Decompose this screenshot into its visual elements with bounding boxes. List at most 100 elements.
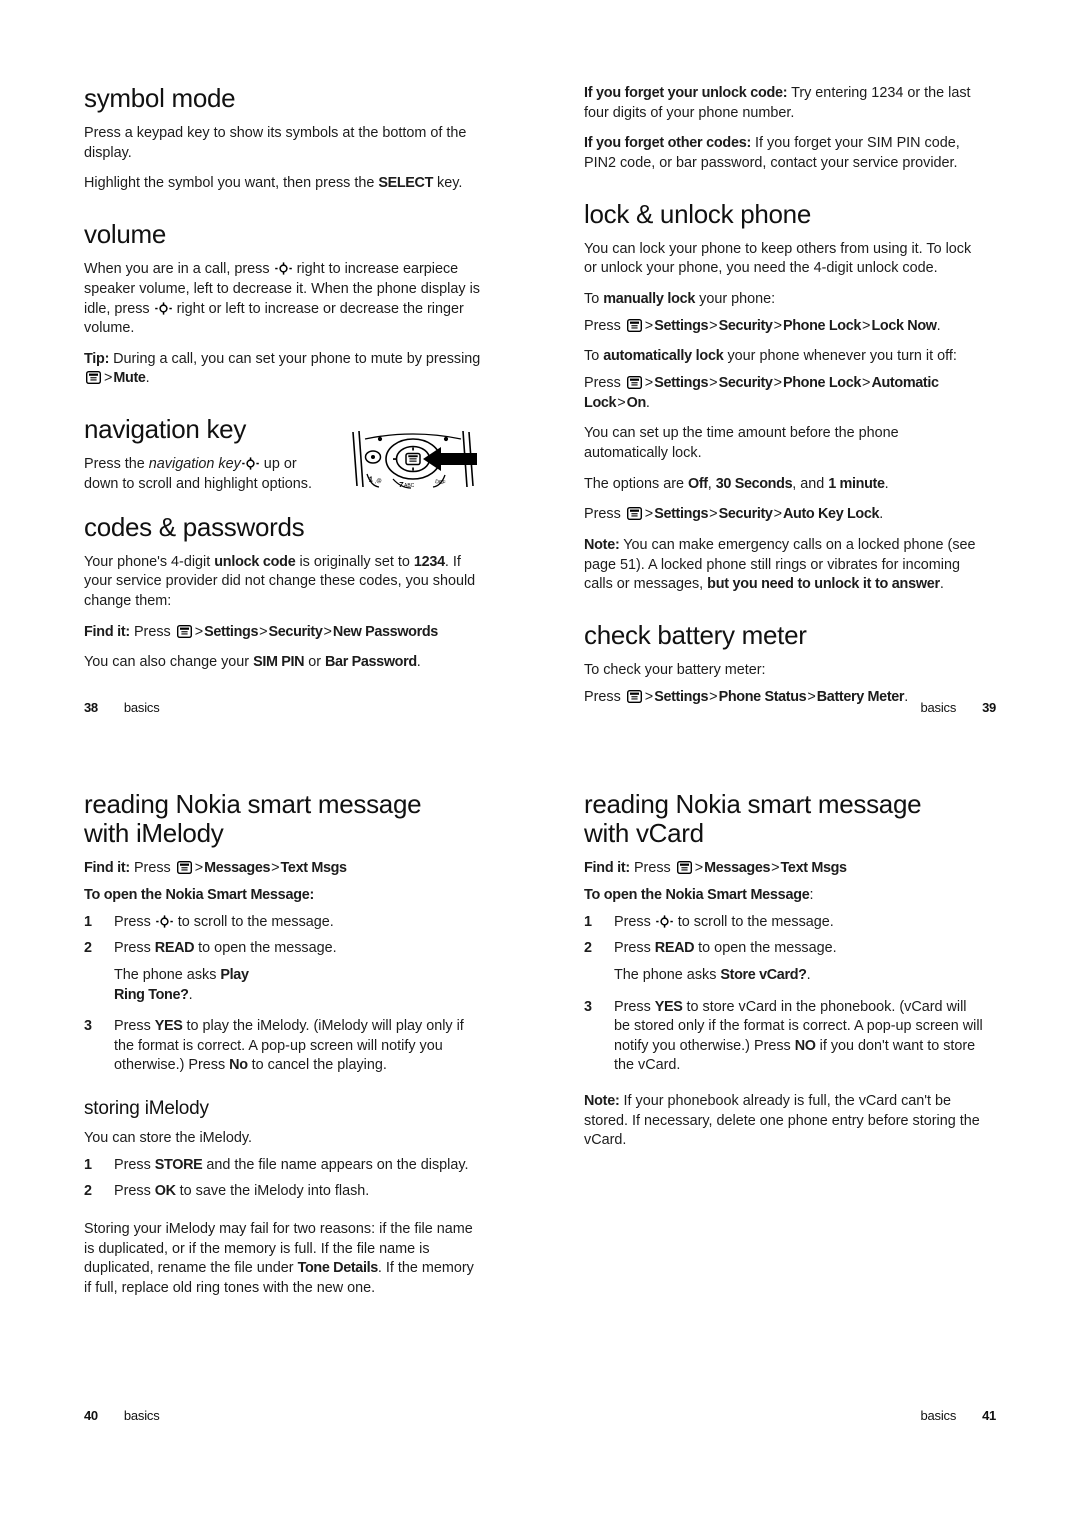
menu-path-item: Settings	[654, 506, 709, 523]
forget-unlock-code-paragraph: If you forget your unlock code: Try ente…	[584, 84, 984, 123]
page-41-column: reading Nokia smart message with vCard Fi…	[584, 789, 984, 1162]
list-item: 3 Press YES to play the iMelody. (iMelody…	[84, 1017, 484, 1076]
list-item: 2 Press READ to open the message.	[584, 939, 984, 959]
text: Press	[614, 998, 655, 1015]
auto-key-lock-path: Press >Settings>Security>Auto Key Lock.	[584, 506, 884, 523]
select-key-label: SELECT	[378, 175, 434, 192]
text: ,	[707, 475, 716, 492]
forget-other-codes-label: If you forget other codes:	[584, 135, 751, 152]
step-number: 1	[84, 913, 93, 930]
open-smart-message-heading: To open the Nokia Smart Message	[584, 886, 810, 903]
menu-key-icon	[176, 861, 192, 875]
find-it-label: Find it:	[84, 623, 130, 640]
manual-lock-path: Press >Settings>Security>Phone Lock>Lock…	[584, 317, 941, 334]
lock-note: Note: You can make emergency calls on a …	[584, 536, 984, 595]
volume-paragraph-1: When you are in a call, press right to i…	[84, 260, 484, 339]
menu-path-item: Messages	[204, 860, 271, 877]
text: Press	[614, 913, 655, 930]
page-number: 40	[84, 1408, 98, 1423]
text: .	[939, 576, 944, 593]
navigation-key-icon	[154, 301, 172, 315]
text: :	[809, 886, 814, 903]
text: Press	[584, 317, 625, 334]
page-spread-40-41: reading Nokia smart message with iMelody …	[0, 760, 1080, 1528]
imelody-steps-list: 1 Press to scroll to the message. 2 Press …	[84, 913, 484, 1077]
yes-key-label: YES	[154, 1018, 183, 1035]
symbol-mode-paragraph-2: Highlight the symbol you want, then pres…	[84, 174, 484, 194]
note-label: Note:	[584, 1093, 620, 1110]
store-key-label: STORE	[154, 1156, 203, 1173]
page-number: 38	[84, 700, 98, 715]
text: to scroll to the message.	[173, 913, 334, 930]
navigation-key-paragraph: Press the navigation key up or down to s…	[84, 455, 334, 494]
heading-volume: volume	[84, 219, 167, 250]
forget-unlock-code-label: If you forget your unlock code:	[584, 85, 788, 101]
menu-path-item: Text Msgs	[280, 860, 348, 877]
menu-path-item: Settings	[204, 623, 259, 640]
tip-label: Tip:	[84, 350, 110, 367]
lock-unlock-paragraph-1: You can lock your phone to keep others f…	[584, 240, 972, 277]
page-number: 41	[982, 1408, 996, 1423]
symbol-mode-paragraph-1: Press a keypad key to show its symbols a…	[84, 125, 467, 161]
imelody-find-it: Find it: Press >Messages>Text Msgs	[84, 860, 348, 877]
text: your phone whenever you turn it off:	[723, 348, 957, 365]
menu-path-item: Security	[718, 375, 773, 392]
no-key-label: No	[229, 1057, 248, 1074]
page-38-column: symbol mode Press a keypad key to show i…	[84, 83, 484, 684]
text: Press	[129, 860, 175, 877]
step-number: 3	[584, 998, 593, 1015]
menu-path-item: Security	[718, 506, 773, 523]
text: Highlight the symbol you want, then pres…	[84, 175, 379, 192]
page-spread-38-39: symbol mode Press a keypad key to show i…	[0, 0, 1080, 760]
forget-other-codes-paragraph: If you forget other codes: If you forget…	[584, 134, 984, 173]
page-number: 39	[982, 700, 996, 715]
vcard-find-it: Find it: Press >Messages>Text Msgs	[584, 860, 848, 877]
heading-storing-imelody: storing iMelody	[84, 1098, 209, 1120]
heading-line-2: with iMelody	[84, 818, 224, 849]
note-label: Note:	[584, 536, 620, 553]
menu-key-icon	[676, 861, 692, 875]
section-label: basics	[920, 1408, 957, 1423]
text: or	[304, 654, 326, 671]
note-emphasis: but you need to unlock it to answer	[707, 576, 940, 593]
list-item: The phone asks Play Ring Tone?.	[84, 966, 484, 1005]
text: .	[145, 370, 150, 387]
storing-intro: You can store the iMelody.	[84, 1130, 252, 1147]
navigation-key-icon	[655, 914, 673, 928]
heading-symbol-mode: symbol mode	[84, 83, 236, 113]
step-number: 3	[84, 1018, 93, 1035]
heading-check-battery-meter: check battery meter	[584, 619, 807, 650]
section-label: basics	[123, 700, 160, 715]
text: to open the message.	[694, 940, 837, 957]
volume-tip: Tip: During a call, you can set your pho…	[84, 350, 484, 389]
svg-text:DEF: DEF	[435, 479, 446, 486]
text: Press	[114, 1156, 155, 1173]
storing-failure-paragraph: Storing your iMelody may fail for two re…	[84, 1220, 484, 1299]
menu-key-icon	[626, 689, 642, 703]
vcard-open-heading: To open the Nokia Smart Message:	[584, 886, 984, 906]
menu-key-icon	[626, 318, 642, 332]
path-separator: >	[104, 370, 113, 387]
yes-key-label: YES	[654, 998, 683, 1015]
text: to scroll to the message.	[673, 913, 834, 930]
text: Press	[584, 688, 625, 705]
text: To	[584, 291, 604, 308]
menu-path-item: Phone Lock	[782, 375, 862, 392]
codes-passwords-paragraph-2: You can also change your SIM PIN or Bar …	[84, 653, 484, 673]
footer-left: 38 basics	[84, 700, 160, 715]
auto-lock-intro: To automatically lock your phone wheneve…	[584, 347, 984, 367]
menu-path-item: Settings	[654, 375, 709, 392]
list-item: 2 Press READ to open the message.	[84, 939, 484, 959]
navigation-key-icon	[242, 457, 259, 470]
text: Press	[114, 1183, 155, 1200]
text: The phone asks	[114, 966, 221, 983]
lock-option-30-seconds: 30 Seconds	[715, 475, 793, 492]
menu-path-item: Text Msgs	[780, 860, 848, 877]
text: is originally set to	[295, 553, 414, 570]
svg-text:1: 1	[368, 474, 373, 483]
menu-path-item: Settings	[654, 688, 709, 705]
bar-password-term: Bar Password	[325, 654, 417, 671]
text: If your phonebook already is full, the v…	[584, 1093, 980, 1149]
text: to open the message.	[194, 940, 337, 957]
codes-passwords-find-it: Find it: Press >Settings>Security>New Pa…	[84, 623, 438, 640]
